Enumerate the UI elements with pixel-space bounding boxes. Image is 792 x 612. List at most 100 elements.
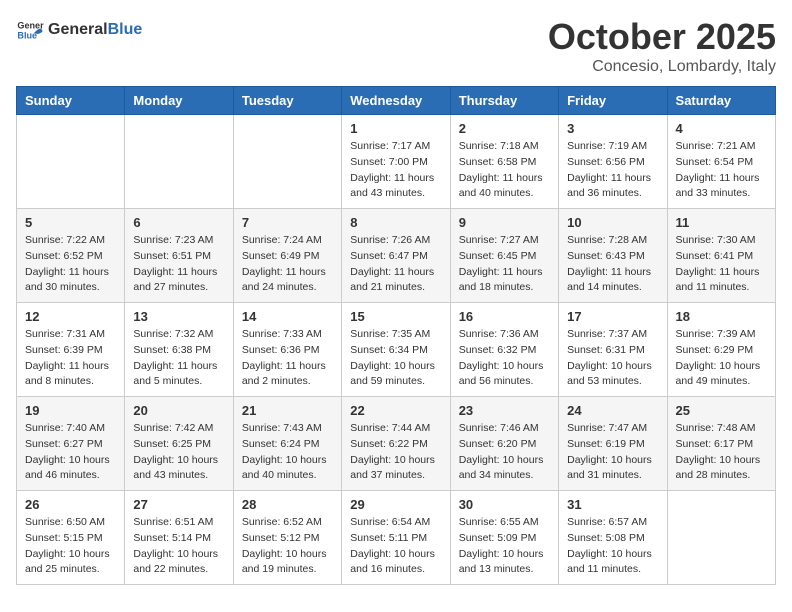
day-info: Sunrise: 6:57 AM Sunset: 5:08 PM Dayligh… <box>567 515 658 578</box>
day-info: Sunrise: 6:51 AM Sunset: 5:14 PM Dayligh… <box>133 515 224 578</box>
day-number: 1 <box>350 121 441 136</box>
calendar-cell: 3 Sunrise: 7:19 AM Sunset: 6:56 PM Daylig… <box>559 115 667 209</box>
calendar-cell: 31 Sunrise: 6:57 AM Sunset: 5:08 PM Dayli… <box>559 491 667 585</box>
day-info: Sunrise: 6:55 AM Sunset: 5:09 PM Dayligh… <box>459 515 550 578</box>
calendar-cell <box>17 115 125 209</box>
calendar-cell: 5Sunrise: 7:22 AM Sunset: 6:52 PM Daylig… <box>17 209 125 303</box>
calendar-cell: 6 Sunrise: 7:23 AM Sunset: 6:51 PM Daylig… <box>125 209 233 303</box>
calendar-cell <box>233 115 341 209</box>
calendar-cell: 15 Sunrise: 7:35 AM Sunset: 6:34 PM Dayli… <box>342 303 450 397</box>
day-info: Sunrise: 7:32 AM Sunset: 6:38 PM Dayligh… <box>133 327 224 390</box>
day-info: Sunrise: 7:44 AM Sunset: 6:22 PM Dayligh… <box>350 421 441 484</box>
calendar-cell: 29 Sunrise: 6:54 AM Sunset: 5:11 PM Dayli… <box>342 491 450 585</box>
day-info: Sunrise: 7:47 AM Sunset: 6:19 PM Dayligh… <box>567 421 658 484</box>
day-number: 11 <box>676 215 767 230</box>
calendar-cell: 2 Sunrise: 7:18 AM Sunset: 6:58 PM Daylig… <box>450 115 558 209</box>
calendar-cell: 1 Sunrise: 7:17 AM Sunset: 7:00 PM Daylig… <box>342 115 450 209</box>
day-number: 19 <box>25 403 116 418</box>
day-info: Sunrise: 7:42 AM Sunset: 6:25 PM Dayligh… <box>133 421 224 484</box>
calendar-cell: 17Sunrise: 7:37 AM Sunset: 6:31 PM Dayli… <box>559 303 667 397</box>
calendar-cell: 11Sunrise: 7:30 AM Sunset: 6:41 PM Dayli… <box>667 209 775 303</box>
day-header-tuesday: Tuesday <box>233 87 341 115</box>
day-number: 22 <box>350 403 441 418</box>
calendar-cell: 30 Sunrise: 6:55 AM Sunset: 5:09 PM Dayli… <box>450 491 558 585</box>
day-number: 10 <box>567 215 658 230</box>
day-info: Sunrise: 7:18 AM Sunset: 6:58 PM Dayligh… <box>459 139 550 202</box>
day-number: 15 <box>350 309 441 324</box>
day-info: Sunrise: 7:17 AM Sunset: 7:00 PM Dayligh… <box>350 139 441 202</box>
day-header-saturday: Saturday <box>667 87 775 115</box>
day-number: 14 <box>242 309 333 324</box>
calendar-cell: 20 Sunrise: 7:42 AM Sunset: 6:25 PM Dayli… <box>125 397 233 491</box>
day-info: Sunrise: 7:26 AM Sunset: 6:47 PM Dayligh… <box>350 233 441 296</box>
calendar-cell: 26 Sunrise: 6:50 AM Sunset: 5:15 PM Dayli… <box>17 491 125 585</box>
month-title: October 2025 <box>548 16 776 58</box>
day-number: 8 <box>350 215 441 230</box>
calendar-cell: 10 Sunrise: 7:28 AM Sunset: 6:43 PM Dayli… <box>559 209 667 303</box>
day-info: Sunrise: 7:22 AM Sunset: 6:52 PM Dayligh… <box>25 233 116 296</box>
day-number: 12 <box>25 309 116 324</box>
calendar-cell: 12 Sunrise: 7:31 AM Sunset: 6:39 PM Dayli… <box>17 303 125 397</box>
title-area: October 2025 Concesio, Lombardy, Italy <box>548 16 776 76</box>
day-number: 23 <box>459 403 550 418</box>
day-number: 16 <box>459 309 550 324</box>
day-number: 31 <box>567 497 658 512</box>
day-header-monday: Monday <box>125 87 233 115</box>
calendar-cell: 14 Sunrise: 7:33 AM Sunset: 6:36 PM Dayli… <box>233 303 341 397</box>
day-number: 24 <box>567 403 658 418</box>
calendar-cell: 19Sunrise: 7:40 AM Sunset: 6:27 PM Dayli… <box>17 397 125 491</box>
calendar-cell: 7Sunrise: 7:24 AM Sunset: 6:49 PM Daylig… <box>233 209 341 303</box>
calendar-cell: 28Sunrise: 6:52 AM Sunset: 5:12 PM Dayli… <box>233 491 341 585</box>
day-number: 20 <box>133 403 224 418</box>
calendar-cell: 18 Sunrise: 7:39 AM Sunset: 6:29 PM Dayli… <box>667 303 775 397</box>
day-number: 21 <box>242 403 333 418</box>
day-number: 4 <box>676 121 767 136</box>
logo-icon: General Blue <box>16 16 44 44</box>
day-number: 26 <box>25 497 116 512</box>
location-title: Concesio, Lombardy, Italy <box>548 58 776 76</box>
day-number: 18 <box>676 309 767 324</box>
day-header-friday: Friday <box>559 87 667 115</box>
calendar-cell: 24 Sunrise: 7:47 AM Sunset: 6:19 PM Dayli… <box>559 397 667 491</box>
day-info: Sunrise: 7:19 AM Sunset: 6:56 PM Dayligh… <box>567 139 658 202</box>
day-info: Sunrise: 7:48 AM Sunset: 6:17 PM Dayligh… <box>676 421 767 484</box>
day-info: Sunrise: 7:31 AM Sunset: 6:39 PM Dayligh… <box>25 327 116 390</box>
day-number: 25 <box>676 403 767 418</box>
day-number: 13 <box>133 309 224 324</box>
calendar-cell: 23 Sunrise: 7:46 AM Sunset: 6:20 PM Dayli… <box>450 397 558 491</box>
header: General Blue General Blue October 2025 Co… <box>16 16 776 76</box>
calendar-cell: 4 Sunrise: 7:21 AM Sunset: 6:54 PM Daylig… <box>667 115 775 209</box>
day-info: Sunrise: 7:35 AM Sunset: 6:34 PM Dayligh… <box>350 327 441 390</box>
day-number: 6 <box>133 215 224 230</box>
day-info: Sunrise: 7:33 AM Sunset: 6:36 PM Dayligh… <box>242 327 333 390</box>
day-number: 30 <box>459 497 550 512</box>
calendar-cell: 27 Sunrise: 6:51 AM Sunset: 5:14 PM Dayli… <box>125 491 233 585</box>
day-number: 3 <box>567 121 658 136</box>
svg-text:Blue: Blue <box>17 30 37 40</box>
day-number: 2 <box>459 121 550 136</box>
day-info: Sunrise: 7:23 AM Sunset: 6:51 PM Dayligh… <box>133 233 224 296</box>
day-info: Sunrise: 6:50 AM Sunset: 5:15 PM Dayligh… <box>25 515 116 578</box>
day-info: Sunrise: 7:24 AM Sunset: 6:49 PM Dayligh… <box>242 233 333 296</box>
calendar-cell: 8 Sunrise: 7:26 AM Sunset: 6:47 PM Daylig… <box>342 209 450 303</box>
logo-general-text: General <box>48 21 108 38</box>
day-info: Sunrise: 7:28 AM Sunset: 6:43 PM Dayligh… <box>567 233 658 296</box>
day-header-sunday: Sunday <box>17 87 125 115</box>
calendar-cell: 9Sunrise: 7:27 AM Sunset: 6:45 PM Daylig… <box>450 209 558 303</box>
day-number: 27 <box>133 497 224 512</box>
day-info: Sunrise: 7:36 AM Sunset: 6:32 PM Dayligh… <box>459 327 550 390</box>
calendar-cell <box>125 115 233 209</box>
calendar-cell: 16 Sunrise: 7:36 AM Sunset: 6:32 PM Dayli… <box>450 303 558 397</box>
day-info: Sunrise: 7:37 AM Sunset: 6:31 PM Dayligh… <box>567 327 658 390</box>
calendar-cell: 22 Sunrise: 7:44 AM Sunset: 6:22 PM Dayli… <box>342 397 450 491</box>
day-info: Sunrise: 7:21 AM Sunset: 6:54 PM Dayligh… <box>676 139 767 202</box>
day-info: Sunrise: 6:54 AM Sunset: 5:11 PM Dayligh… <box>350 515 441 578</box>
day-info: Sunrise: 7:43 AM Sunset: 6:24 PM Dayligh… <box>242 421 333 484</box>
day-number: 9 <box>459 215 550 230</box>
day-number: 29 <box>350 497 441 512</box>
logo: General Blue General Blue <box>16 16 142 44</box>
day-info: Sunrise: 7:39 AM Sunset: 6:29 PM Dayligh… <box>676 327 767 390</box>
day-info: Sunrise: 6:52 AM Sunset: 5:12 PM Dayligh… <box>242 515 333 578</box>
day-info: Sunrise: 7:46 AM Sunset: 6:20 PM Dayligh… <box>459 421 550 484</box>
calendar-cell: 25 Sunrise: 7:48 AM Sunset: 6:17 PM Dayli… <box>667 397 775 491</box>
